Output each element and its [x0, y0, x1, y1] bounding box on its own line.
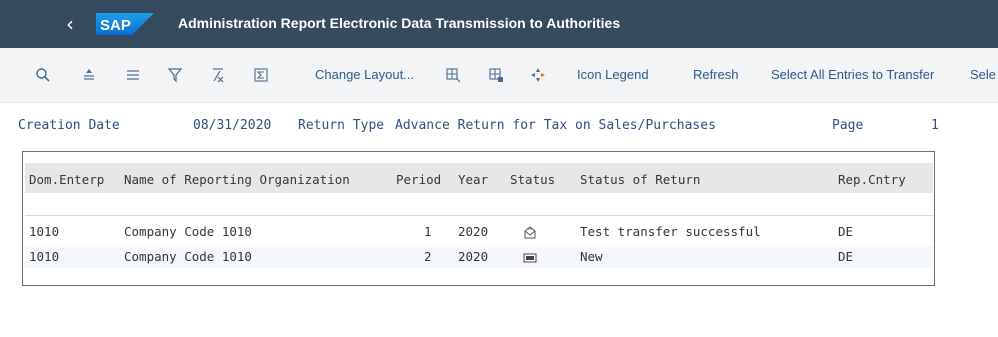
row1-org-name[interactable]: Company Code 1010 — [124, 224, 252, 239]
row-separator — [25, 215, 933, 216]
row1-year[interactable]: 2020 — [458, 224, 488, 239]
new-document-icon[interactable] — [523, 251, 537, 265]
row2-org-name[interactable]: Company Code 1010 — [124, 249, 252, 264]
creation-date-value: 08/31/2020 — [193, 118, 272, 133]
row1-rep-country[interactable]: DE — [838, 224, 853, 239]
chevron-left-icon: ‹ — [66, 12, 74, 36]
row2-dom-enterp[interactable]: 1010 — [29, 249, 59, 264]
page-label: Page — [832, 118, 864, 133]
row2-period[interactable]: 2 — [424, 249, 432, 264]
column-header-period[interactable]: Period — [396, 172, 441, 187]
change-layout-button[interactable]: Change Layout... — [315, 67, 414, 82]
select-button-truncated[interactable]: Sele — [970, 67, 996, 82]
back-button[interactable]: ‹ — [58, 12, 82, 36]
column-header-rep-country[interactable]: Rep.Cntry — [838, 172, 906, 187]
shell-bar: ‹ SAP Administration Report Electronic D… — [0, 0, 998, 48]
row2-rep-country[interactable]: DE — [838, 249, 853, 264]
column-layout-icon[interactable] — [442, 64, 464, 86]
column-header-org-name[interactable]: Name of Reporting Organization — [124, 172, 350, 187]
logo-text: SAP — [100, 17, 131, 34]
align-center-icon[interactable] — [78, 64, 100, 86]
column-header-status[interactable]: Status — [510, 172, 555, 187]
app-window: ‹ SAP Administration Report Electronic D… — [0, 0, 998, 337]
row2-year[interactable]: 2020 — [458, 249, 488, 264]
row1-status-of-return[interactable]: Test transfer successful — [580, 224, 761, 239]
navigate-icon[interactable] — [527, 64, 549, 86]
row1-dom-enterp[interactable]: 1010 — [29, 224, 59, 239]
column-header-status-of-return[interactable]: Status of Return — [580, 172, 700, 187]
creation-date-label: Creation Date — [18, 118, 120, 133]
column-header-year[interactable]: Year — [458, 172, 488, 187]
page-title: Administration Report Electronic Data Tr… — [178, 15, 621, 31]
return-type-label: Return Type — [298, 118, 385, 133]
icon-legend-button[interactable]: Icon Legend — [577, 67, 649, 82]
align-left-icon[interactable] — [122, 64, 144, 86]
row2-status-of-return[interactable]: New — [580, 249, 603, 264]
column-header-dom-enterp[interactable]: Dom.Enterp — [29, 172, 104, 187]
row1-period[interactable]: 1 — [424, 224, 432, 239]
page-number: 1 — [931, 118, 939, 133]
return-type-value: Advance Return for Tax on Sales/Purchase… — [395, 118, 716, 133]
zoom-icon[interactable] — [32, 64, 54, 86]
envelope-sent-icon[interactable] — [523, 225, 537, 239]
select-all-entries-button[interactable]: Select All Entries to Transfer — [771, 67, 934, 82]
toolbar: Change Layout... Icon Legend Refresh Sel… — [0, 48, 998, 103]
sap-logo: SAP — [96, 13, 154, 35]
refresh-button[interactable]: Refresh — [693, 67, 739, 82]
clear-filter-icon[interactable] — [207, 64, 229, 86]
sum-icon[interactable] — [250, 64, 272, 86]
column-layout-alt-icon[interactable] — [485, 64, 507, 86]
filter-icon[interactable] — [164, 64, 186, 86]
return-table: Dom.Enterp Name of Reporting Organizatio… — [22, 151, 935, 286]
